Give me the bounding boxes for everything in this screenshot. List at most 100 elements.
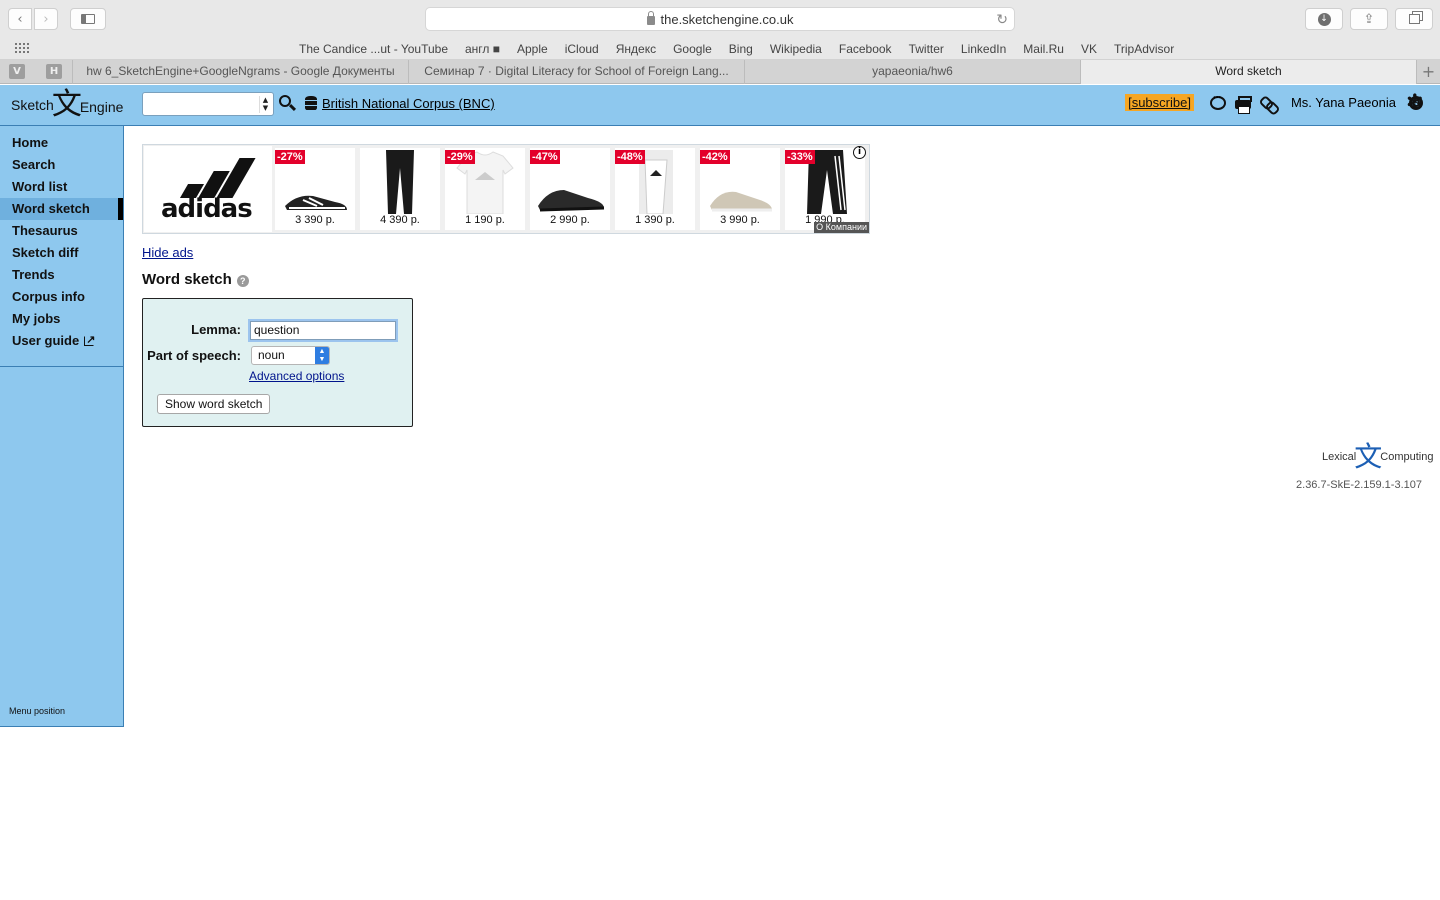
lemma-input[interactable]: question (250, 321, 396, 340)
lexical-computing-logo[interactable]: Lexical 文 Computing (1322, 443, 1433, 471)
sidebar-item-corpus-info[interactable]: Corpus info (0, 286, 123, 308)
favorite-item[interactable]: англ ■ (465, 42, 500, 56)
print-icon[interactable] (1234, 96, 1252, 114)
lock-icon (646, 10, 655, 25)
lemma-label: Lemma: (191, 322, 241, 337)
tabs-overview-button[interactable] (1395, 8, 1433, 30)
sidebar-item-my-jobs[interactable]: My jobs (0, 308, 123, 330)
ad-banner[interactable]: adidas -27% 3 390 р. 4 390 р. -29% 1 190… (142, 144, 870, 234)
favorite-item[interactable]: VK (1081, 42, 1097, 56)
stepper-icon[interactable]: ▲ ▼ (259, 96, 271, 113)
sidebar-item-home[interactable]: Home (0, 132, 123, 154)
favorite-item[interactable]: Mail.Ru (1023, 42, 1064, 56)
discount-badge: -42% (700, 150, 730, 164)
favorite-item[interactable]: LinkedIn (961, 42, 1006, 56)
ad-product[interactable]: -48% 1 390 р. (615, 148, 695, 230)
favorite-item[interactable]: Wikipedia (770, 42, 822, 56)
favorite-item[interactable]: TripAdvisor (1114, 42, 1174, 56)
share-button[interactable]: ⇪ (1350, 8, 1388, 30)
sidebar-item-word-sketch[interactable]: Word sketch (0, 198, 123, 220)
favorite-item[interactable]: Twitter (909, 42, 944, 56)
ad-product[interactable]: 4 390 р. (360, 148, 440, 230)
tab-bar: V H hw 6_SketchEngine+GoogleNgrams - Goo… (0, 60, 1440, 84)
sidebar: Home Search Word list Word sketch Thesau… (0, 126, 124, 727)
logo-glyph: 文 (1354, 440, 1383, 473)
hide-ads-link[interactable]: Hide ads (142, 245, 193, 260)
pos-selected-value: noun (258, 348, 285, 362)
version-string: 2.36.7-SkE-2.159.1-3.107 (1296, 479, 1422, 491)
chat-icon[interactable] (1209, 92, 1226, 110)
corpus-link[interactable]: British National Corpus (BNC) (322, 96, 495, 111)
ad-product[interactable]: -42% 3 990 р. (700, 148, 780, 230)
sidebar-item-search[interactable]: Search (0, 154, 123, 176)
favorites-bar: The Candice ...ut - YouTube англ ■ Apple… (0, 38, 1440, 60)
database-icon (305, 96, 317, 111)
select-arrows-icon: ▲ ▼ (315, 347, 329, 364)
advanced-options-link[interactable]: Advanced options (249, 369, 344, 383)
sidebar-toggle-button[interactable] (70, 8, 106, 30)
browser-tab[interactable]: hw 6_SketchEngine+GoogleNgrams - Google … (72, 60, 408, 84)
back-button[interactable]: ‹ (8, 8, 32, 30)
adidas-stripes-icon (174, 158, 256, 198)
sketch-engine-logo[interactable]: Sketch 文 Engine (11, 87, 123, 123)
browser-tab[interactable]: Семинар 7 · Digital Literacy for School … (408, 60, 744, 84)
product-price: 1 190 р. (465, 214, 505, 226)
ad-product[interactable]: -47% 2 990 р. (530, 148, 610, 230)
gear-icon[interactable] (1406, 90, 1424, 115)
browser-tab-active[interactable]: Word sketch (1080, 60, 1416, 84)
product-price: 1 390 р. (635, 214, 675, 226)
sidebar-item-word-list[interactable]: Word list (0, 176, 123, 198)
favorite-item[interactable]: Google (673, 42, 712, 56)
pinned-tab[interactable]: V (9, 64, 25, 79)
tabs-icon (1408, 14, 1420, 24)
pinned-tab[interactable]: H (46, 64, 62, 79)
product-price: 3 390 р. (295, 214, 335, 226)
sidebar-item-sketch-diff[interactable]: Sketch diff (0, 242, 123, 264)
sidebar-icon (81, 14, 95, 24)
ad-about-label[interactable]: О Компании (814, 222, 869, 233)
sidebar-item-user-guide[interactable]: User guide (0, 329, 123, 352)
address-bar[interactable]: the.sketchengine.co.uk ↻ (425, 7, 1015, 31)
favorite-item[interactable]: Apple (517, 42, 548, 56)
favorite-item[interactable]: iCloud (565, 42, 599, 56)
ad-product[interactable]: -29% 1 190 р. (445, 148, 525, 230)
favorite-item[interactable]: Facebook (839, 42, 892, 56)
pos-label: Part of speech: (147, 348, 241, 363)
browser-tab[interactable]: yapaeonia/hw6 (744, 60, 1080, 84)
external-link-icon (84, 329, 95, 351)
search-icon[interactable] (279, 95, 297, 112)
user-name[interactable]: Ms. Yana Paeonia (1291, 95, 1396, 110)
link-icon[interactable] (1260, 95, 1276, 111)
discount-badge: -33% (785, 150, 815, 164)
part-of-speech-select[interactable]: noun ▲ ▼ (251, 346, 330, 365)
url-text: the.sketchengine.co.uk (660, 11, 794, 27)
quick-search-input[interactable]: ▲ ▼ (142, 92, 274, 116)
pants-image (386, 150, 414, 214)
word-sketch-form: Lemma: question Part of speech: noun ▲ ▼ … (142, 298, 413, 427)
adidas-logo[interactable]: adidas (144, 146, 272, 232)
logo-text-right: Engine (79, 99, 124, 115)
ad-product[interactable]: -33% 1 990 р. (785, 148, 865, 230)
ad-product[interactable]: -27% 3 390 р. (275, 148, 355, 230)
new-tab-button[interactable]: + (1416, 60, 1440, 84)
subscribe-link[interactable]: [subscribe] (1125, 94, 1194, 111)
menu-position-toggle[interactable]: Menu position (9, 706, 65, 716)
forward-button[interactable]: › (34, 8, 58, 30)
downloads-button[interactable]: ↓ (1305, 8, 1343, 30)
favorite-item[interactable]: Яндекс (616, 42, 656, 56)
sidebar-nav: Home Search Word list Word sketch Thesau… (0, 132, 123, 367)
favorite-item[interactable]: Bing (729, 42, 753, 56)
grid-icon[interactable] (15, 43, 30, 55)
info-icon[interactable]: i (853, 146, 866, 159)
page-title: Word sketch (142, 271, 232, 288)
show-word-sketch-button[interactable]: Show word sketch (157, 394, 271, 414)
ad-brand: adidas (161, 194, 253, 224)
reload-icon[interactable]: ↻ (996, 11, 1008, 28)
sidebar-item-thesaurus[interactable]: Thesaurus (0, 220, 123, 242)
corpus-selector[interactable]: British National Corpus (BNC) (305, 96, 495, 111)
browser-toolbar: ‹ › the.sketchengine.co.uk ↻ ↓ ⇪ (0, 0, 1440, 38)
favorite-item[interactable]: The Candice ...ut - YouTube (299, 42, 448, 56)
product-price: 2 990 р. (550, 214, 590, 226)
help-icon[interactable]: ? (236, 274, 249, 287)
sidebar-item-trends[interactable]: Trends (0, 264, 123, 286)
